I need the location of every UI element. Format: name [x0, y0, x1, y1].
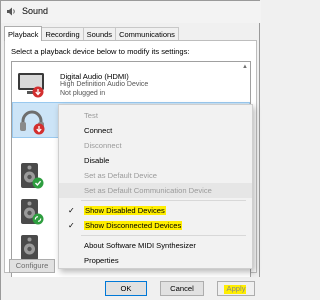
speaker-icon	[7, 7, 15, 16]
menu-item-label: Show Disabled Devices	[84, 206, 166, 215]
headphones-icon	[20, 110, 45, 135]
menu-item-disable[interactable]: Disable	[59, 153, 252, 168]
apply-button[interactable]: Apply	[217, 281, 255, 296]
menu-item-about-midi[interactable]: About Software MIDI Synthesizer	[59, 238, 252, 253]
speaker-icon	[21, 235, 38, 260]
menu-item-properties[interactable]: Properties	[59, 253, 252, 268]
device-name: Digital Audio (HDMI)	[60, 72, 129, 81]
menu-item-disconnect[interactable]: Disconnect	[59, 138, 252, 153]
device-description: High Definition Audio Device	[60, 81, 149, 88]
tab-strip: Playback Recording Sounds Communications	[4, 26, 179, 41]
tab-communications[interactable]: Communications	[115, 27, 179, 41]
menu-item-connect[interactable]: Connect	[59, 123, 252, 138]
sound-dialog: Sound Playback Recording Sounds Communic…	[0, 0, 261, 300]
tab-sounds[interactable]: Sounds	[82, 27, 117, 41]
dialog-button-bar: OK Cancel Apply	[1, 277, 261, 300]
window-title: Sound	[22, 6, 49, 16]
checkmark-icon: ✓	[68, 206, 75, 215]
configure-button[interactable]: Configure	[9, 259, 55, 273]
speaker-icon	[21, 199, 44, 225]
list-item[interactable]: Digital Audio (HDMI) High Definition Aud…	[12, 66, 250, 102]
speaker-icon	[21, 163, 44, 189]
tab-playback[interactable]: Playback	[4, 26, 43, 41]
menu-item-set-default-communication[interactable]: Set as Default Communication Device	[59, 183, 252, 198]
monitor-icon	[18, 73, 44, 98]
ok-button[interactable]: OK	[105, 281, 147, 296]
checkmark-icon: ✓	[68, 221, 75, 230]
menu-separator	[81, 235, 246, 236]
menu-item-set-default[interactable]: Set as Default Device	[59, 168, 252, 183]
title-bar: Sound	[1, 1, 261, 23]
menu-item-label: Show Disconnected Devices	[84, 221, 183, 230]
tab-recording[interactable]: Recording	[41, 27, 84, 41]
device-status: Not plugged in	[60, 90, 106, 97]
menu-item-show-disconnected[interactable]: ✓ Show Disconnected Devices	[59, 218, 252, 233]
context-menu: Test Connect Disconnect Disable Set as D…	[58, 104, 253, 269]
cancel-button[interactable]: Cancel	[160, 281, 204, 296]
instruction-text: Select a playback device below to modify…	[11, 47, 190, 56]
menu-item-test[interactable]: Test	[59, 108, 252, 123]
menu-separator	[81, 200, 246, 201]
menu-item-show-disabled[interactable]: ✓ Show Disabled Devices	[59, 203, 252, 218]
